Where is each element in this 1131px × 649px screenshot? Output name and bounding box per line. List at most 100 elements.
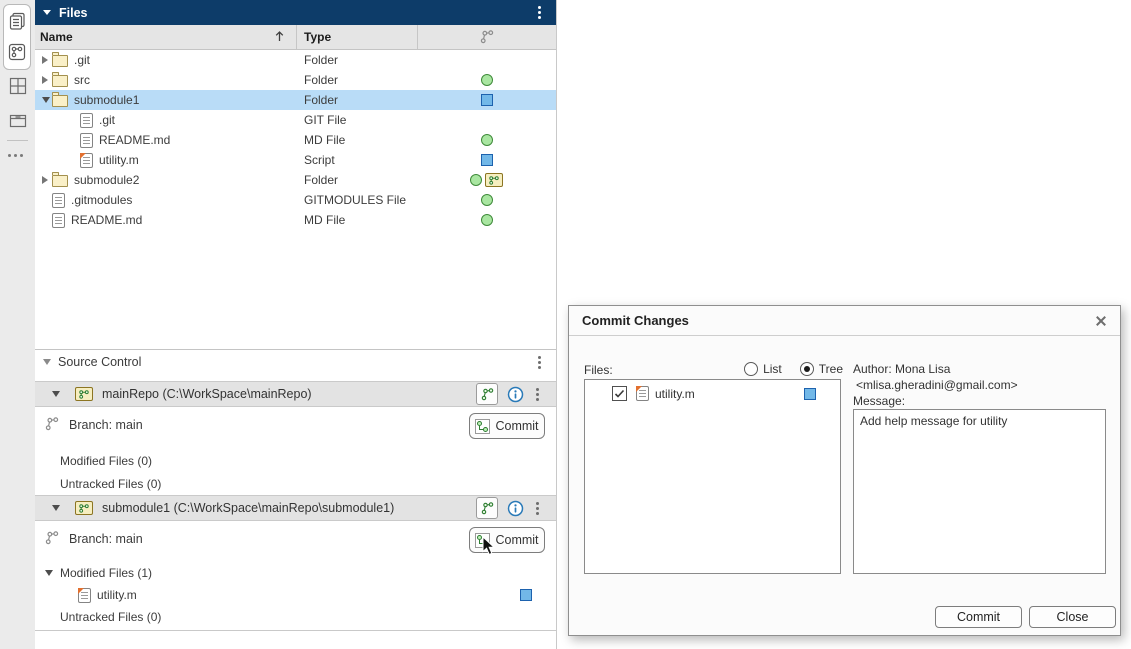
status-modified-icon (481, 154, 493, 166)
files-panel-icon[interactable] (5, 10, 29, 34)
collapse-arrow-icon[interactable] (43, 10, 51, 15)
repo-menu-icon[interactable] (530, 500, 544, 516)
column-type-header[interactable]: Type (304, 30, 331, 44)
dialog-title-bar[interactable]: Commit Changes (569, 306, 1120, 336)
column-separator[interactable] (296, 25, 297, 49)
folder-icon (52, 175, 68, 187)
status-clean-icon (481, 194, 493, 206)
status-clean-icon (481, 74, 493, 86)
dialog-close-label: Close (1057, 610, 1089, 624)
collapse-icon[interactable] (52, 505, 60, 511)
repo-row-submodule1[interactable]: submodule1 (C:\WorkSpace\mainRepo\submod… (35, 495, 556, 521)
source-control-header[interactable]: Source Control (35, 349, 556, 374)
file-row-git-folder[interactable]: .git Folder (35, 50, 556, 70)
collapse-icon[interactable] (42, 97, 50, 103)
commit-button-mainrepo[interactable]: Commit (469, 413, 545, 439)
author-label: Author: Mona Lisa (853, 362, 950, 376)
file-type: MD File (296, 133, 417, 147)
file-type: GIT File (296, 113, 417, 127)
tree-radio-label[interactable]: Tree (819, 362, 843, 376)
dialog-title: Commit Changes (582, 313, 689, 328)
file-type: GITMODULES File (296, 193, 417, 207)
expand-icon[interactable] (42, 176, 48, 184)
script-file-icon (78, 588, 91, 603)
column-git-status-icon[interactable] (480, 30, 494, 47)
script-file-icon (636, 386, 649, 401)
file-row-utility[interactable]: utility.m Script (35, 150, 556, 170)
modified-files-label[interactable]: Modified Files (0) (60, 454, 152, 468)
untracked-files-label[interactable]: Untracked Files (0) (60, 477, 161, 491)
modified-file-row[interactable]: utility.m (35, 585, 556, 605)
untracked-files-label[interactable]: Untracked Files (0) (60, 610, 161, 624)
expand-icon[interactable] (42, 56, 48, 64)
column-separator[interactable] (417, 25, 418, 49)
file-name: .git (99, 113, 115, 127)
mouse-cursor (482, 536, 496, 561)
dialog-close-button[interactable]: Close (1029, 606, 1116, 628)
repo-row-mainrepo[interactable]: mainRepo (C:\WorkSpace\mainRepo) (35, 381, 556, 407)
file-row-readme-sub[interactable]: README.md MD File (35, 130, 556, 150)
status-modified-icon (804, 388, 816, 400)
branch-label: Branch: main (69, 418, 143, 432)
file-row-src[interactable]: src Folder (35, 70, 556, 90)
file-row-readme-root[interactable]: README.md MD File (35, 210, 556, 230)
file-tree: .git Folder src Folder submodule1 Folder… (35, 50, 556, 230)
source-control-title: Source Control (58, 355, 141, 369)
repo-name: mainRepo (C:\WorkSpace\mainRepo) (102, 387, 312, 401)
tree-radio[interactable] (800, 362, 814, 376)
column-name-header[interactable]: Name (40, 30, 73, 44)
expand-icon[interactable] (42, 76, 48, 84)
files-panel-menu-icon[interactable] (532, 5, 546, 21)
info-icon[interactable] (507, 500, 524, 517)
file-name: .git (74, 53, 90, 67)
repo-menu-icon[interactable] (530, 386, 544, 402)
layout-grid-icon[interactable] (6, 74, 30, 98)
folder-icon (52, 55, 68, 67)
branches-button[interactable] (476, 497, 498, 519)
file-name: utility.m (99, 153, 139, 167)
left-pane: Files Name Type .git Folder src Fo (35, 0, 557, 649)
branch-label: Branch: main (69, 532, 143, 546)
panel-divider (35, 630, 556, 631)
file-row-git-file[interactable]: .git GIT File (35, 110, 556, 130)
md-file-icon (80, 133, 93, 148)
list-radio[interactable] (744, 362, 758, 376)
file-row-gitmodules[interactable]: .gitmodules GITMODULES File (35, 190, 556, 210)
file-checkbox[interactable] (612, 386, 627, 401)
repo-icon (75, 501, 93, 515)
repo-name: submodule1 (C:\WorkSpace\mainRepo\submod… (102, 501, 394, 515)
branch-icon (45, 531, 59, 548)
file-name: .gitmodules (71, 193, 132, 207)
source-control-menu-icon[interactable] (532, 354, 546, 370)
file-name: README.md (99, 133, 170, 147)
file-row-submodule2[interactable]: submodule2 Folder (35, 170, 556, 190)
author-email: <mlisa.gheradini@gmail.com> (856, 378, 1018, 392)
icon-sidebar (0, 0, 36, 649)
collapse-arrow-icon[interactable] (43, 359, 51, 365)
info-icon[interactable] (507, 386, 524, 403)
sort-ascending-icon[interactable] (275, 31, 284, 45)
dialog-commit-button[interactable]: Commit (935, 606, 1022, 628)
file-row-submodule1[interactable]: submodule1 Folder (35, 90, 556, 110)
branch-icon (45, 417, 59, 434)
script-file-icon (80, 153, 93, 168)
commit-changes-dialog: Commit Changes Files: List Tree utility.… (568, 305, 1121, 636)
commit-button-submodule1[interactable]: Commit (469, 527, 545, 553)
file-type: Folder (296, 93, 417, 107)
file-name: utility.m (97, 588, 137, 602)
more-options-icon[interactable] (8, 150, 28, 160)
close-icon[interactable] (1095, 315, 1107, 327)
collapse-icon[interactable] (45, 570, 53, 576)
dialog-commit-label: Commit (957, 610, 1000, 624)
file-icon (52, 193, 65, 208)
commit-file-item[interactable]: utility.m (612, 386, 816, 401)
list-radio-label[interactable]: List (763, 362, 782, 376)
commit-message-input[interactable]: Add help message for utility (853, 409, 1106, 574)
view-mode-radios: List Tree (584, 362, 843, 376)
source-control-panel-icon[interactable] (5, 40, 29, 64)
panel-box-icon[interactable] (6, 108, 30, 132)
file-type: MD File (296, 213, 417, 227)
collapse-icon[interactable] (52, 391, 60, 397)
branches-button[interactable] (476, 383, 498, 405)
modified-files-section[interactable]: Modified Files (1) (45, 566, 152, 580)
